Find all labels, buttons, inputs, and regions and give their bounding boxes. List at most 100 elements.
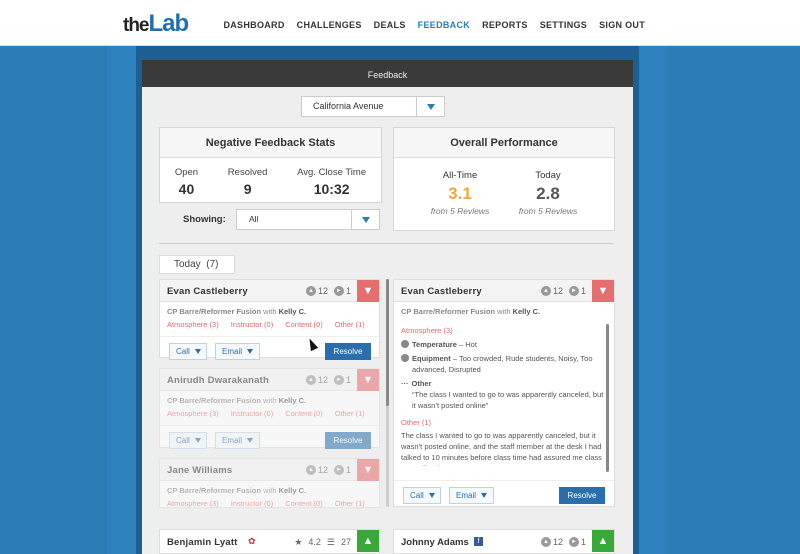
like-icon: ▲ [540,286,551,296]
thumbs-down-icon: ▼ [357,459,379,481]
resolve-button[interactable]: Resolve [325,343,371,360]
logo-the: the [123,15,149,36]
detail-category: Atmosphere (3) [401,326,453,335]
feedback-card-positive[interactable]: Benjamin Lyatt ✿ ★ 4.2 ☰ 27 ▲ [159,529,380,554]
comment-icon: ► [333,375,344,385]
list-icon: ☰ [326,537,335,547]
call-button[interactable]: Call [169,343,207,360]
stat-resolved: Resolved 9 [227,167,268,197]
chevron-down-icon [361,216,370,223]
reviewer-name: Anirudh Dwarakanath [167,375,269,386]
nav-deals[interactable]: DEALS [374,20,406,30]
detail-other-text: The class I wanted to go to was apparent… [401,431,602,466]
detail-item: Temperature – Hot [401,339,607,350]
thumbs-down-icon: ▼ [357,280,379,302]
resolve-button[interactable]: Resolve [325,432,371,449]
showing-dropdown-button[interactable] [351,210,379,229]
chevron-down-icon [194,349,201,354]
comment-count: 1 [345,286,351,296]
comment-icon: ► [333,286,344,296]
ellipsis-icon: ··· [401,379,409,388]
reviewer-name: Benjamin Lyatt [167,537,238,548]
comment-icon: ► [568,286,579,296]
negative-stats-title: Negative Feedback Stats [160,128,381,158]
stat-open: Open 40 [174,167,199,197]
like-count: 12 [317,286,328,296]
feedback-card[interactable]: Evan Castleberry ▲ 12 ► 1 ▼ CP Barre/Refor… [159,279,380,360]
nav-sign-out[interactable]: SIGN OUT [599,20,645,30]
divider [159,243,614,244]
comment-icon: ► [568,537,579,547]
performance-title: Overall Performance [394,128,614,158]
instructor-name: Kelly C. [278,307,307,316]
nav-challenges[interactable]: CHALLENGES [297,20,362,30]
nav-feedback[interactable]: FEEDBACK [418,20,470,30]
nav-settings[interactable]: SETTINGS [540,20,587,30]
feedback-card[interactable]: Jane Williams ▲ 12 ► 1 ▼ CP Barre/Reformer… [159,458,380,508]
detail-item: Equipment – Too crowded, Rude students, … [401,353,607,375]
location-select[interactable]: California Avenue [301,96,445,117]
modal-title: Feedback [142,60,633,87]
detail-category: Other (1) [401,418,432,427]
chevron-down-icon [426,103,435,110]
perf-all-time: All-Time 3.1 from 5 Reviews [430,170,490,216]
logo[interactable]: theLab [123,10,190,38]
feedback-card[interactable]: Anirudh Dwarakanath ▲ 12 ► 1 ▼ CP Barre/Re… [159,368,380,449]
chevron-down-icon [428,493,435,498]
showing-label: Showing: [183,214,226,225]
feedback-categories: Atmosphere (3) Instructor (0) Content (0) O… [167,409,365,418]
detail-item: ··· Other [401,379,432,388]
review-count: 27 [340,537,351,547]
reviewer-name: Johnny Adams [401,537,469,548]
feedback-categories: Atmosphere (3) Instructor (0) Content (0) O… [167,320,365,329]
stat-avg-close-time: Avg. Close Time 10:32 [297,167,367,197]
thumbs-up-icon: ▲ [592,530,614,552]
email-button[interactable]: Email [449,487,494,504]
list-scrollbar[interactable] [386,279,389,406]
nav-reports[interactable]: REPORTS [482,20,528,30]
nav-dashboard[interactable]: DASHBOARD [223,20,284,30]
facebook-icon: f [474,537,483,546]
thumbs-down-icon: ▼ [592,280,614,302]
thermometer-icon [401,340,409,348]
like-icon: ▲ [540,537,551,547]
call-button[interactable]: Call [403,487,441,504]
email-button[interactable]: Email [215,432,260,449]
chevron-down-icon [247,438,254,443]
logo-lab: Lab [148,10,190,37]
star-icon: ★ [294,537,303,547]
feedback-modal: Feedback California Avenue Negative Feed… [142,60,633,554]
email-button[interactable]: Email [215,343,260,360]
thumbs-down-icon: ▼ [357,369,379,391]
like-icon: ▲ [305,286,316,296]
detail-reviewer-name: Evan Castleberry [401,286,482,297]
flower-icon: ✿ [248,536,256,546]
rating-value: 4.2 [308,537,321,547]
top-nav-bar: theLab DASHBOARD CHALLENGES DEALS FEEDBA… [0,0,800,46]
main-nav: DASHBOARD CHALLENGES DEALS FEEDBACK REPO… [211,20,645,30]
chevron-down-icon [194,438,201,443]
resolve-button[interactable]: Resolve [559,487,605,504]
overall-performance-card: Overall Performance All-Time 3.1 from 5 … [393,127,615,231]
like-icon: ▲ [305,465,316,475]
location-value: California Avenue [313,101,384,111]
comment-icon: ► [333,465,344,475]
showing-select[interactable]: All [236,209,380,230]
chevron-down-icon [247,349,254,354]
chevron-down-icon [481,493,488,498]
detail-quote: “The class I wanted to go to was apparen… [412,390,604,410]
tab-today[interactable]: Today (7) [159,255,235,274]
call-button[interactable]: Call [169,432,207,449]
feedback-categories: Atmosphere (3) Instructor (0) Content (0) O… [167,499,365,508]
perf-today: Today 2.8 from 5 Reviews [518,170,578,216]
feedback-card-positive[interactable]: Johnny Adams f ▲ 12 ► 1 ▲ [393,529,615,554]
class-name: CP Barre/Reformer Fusion [167,307,262,316]
equipment-icon [401,354,409,362]
negative-feedback-stats-card: Negative Feedback Stats Open 40 Resolved 9… [159,127,382,203]
thumbs-up-icon: ▲ [357,530,379,552]
reviewer-name: Jane Williams [167,465,233,476]
location-dropdown-button[interactable] [416,97,444,116]
detail-scrollbar[interactable] [606,324,609,472]
showing-value: All [249,214,259,224]
like-icon: ▲ [305,375,316,385]
